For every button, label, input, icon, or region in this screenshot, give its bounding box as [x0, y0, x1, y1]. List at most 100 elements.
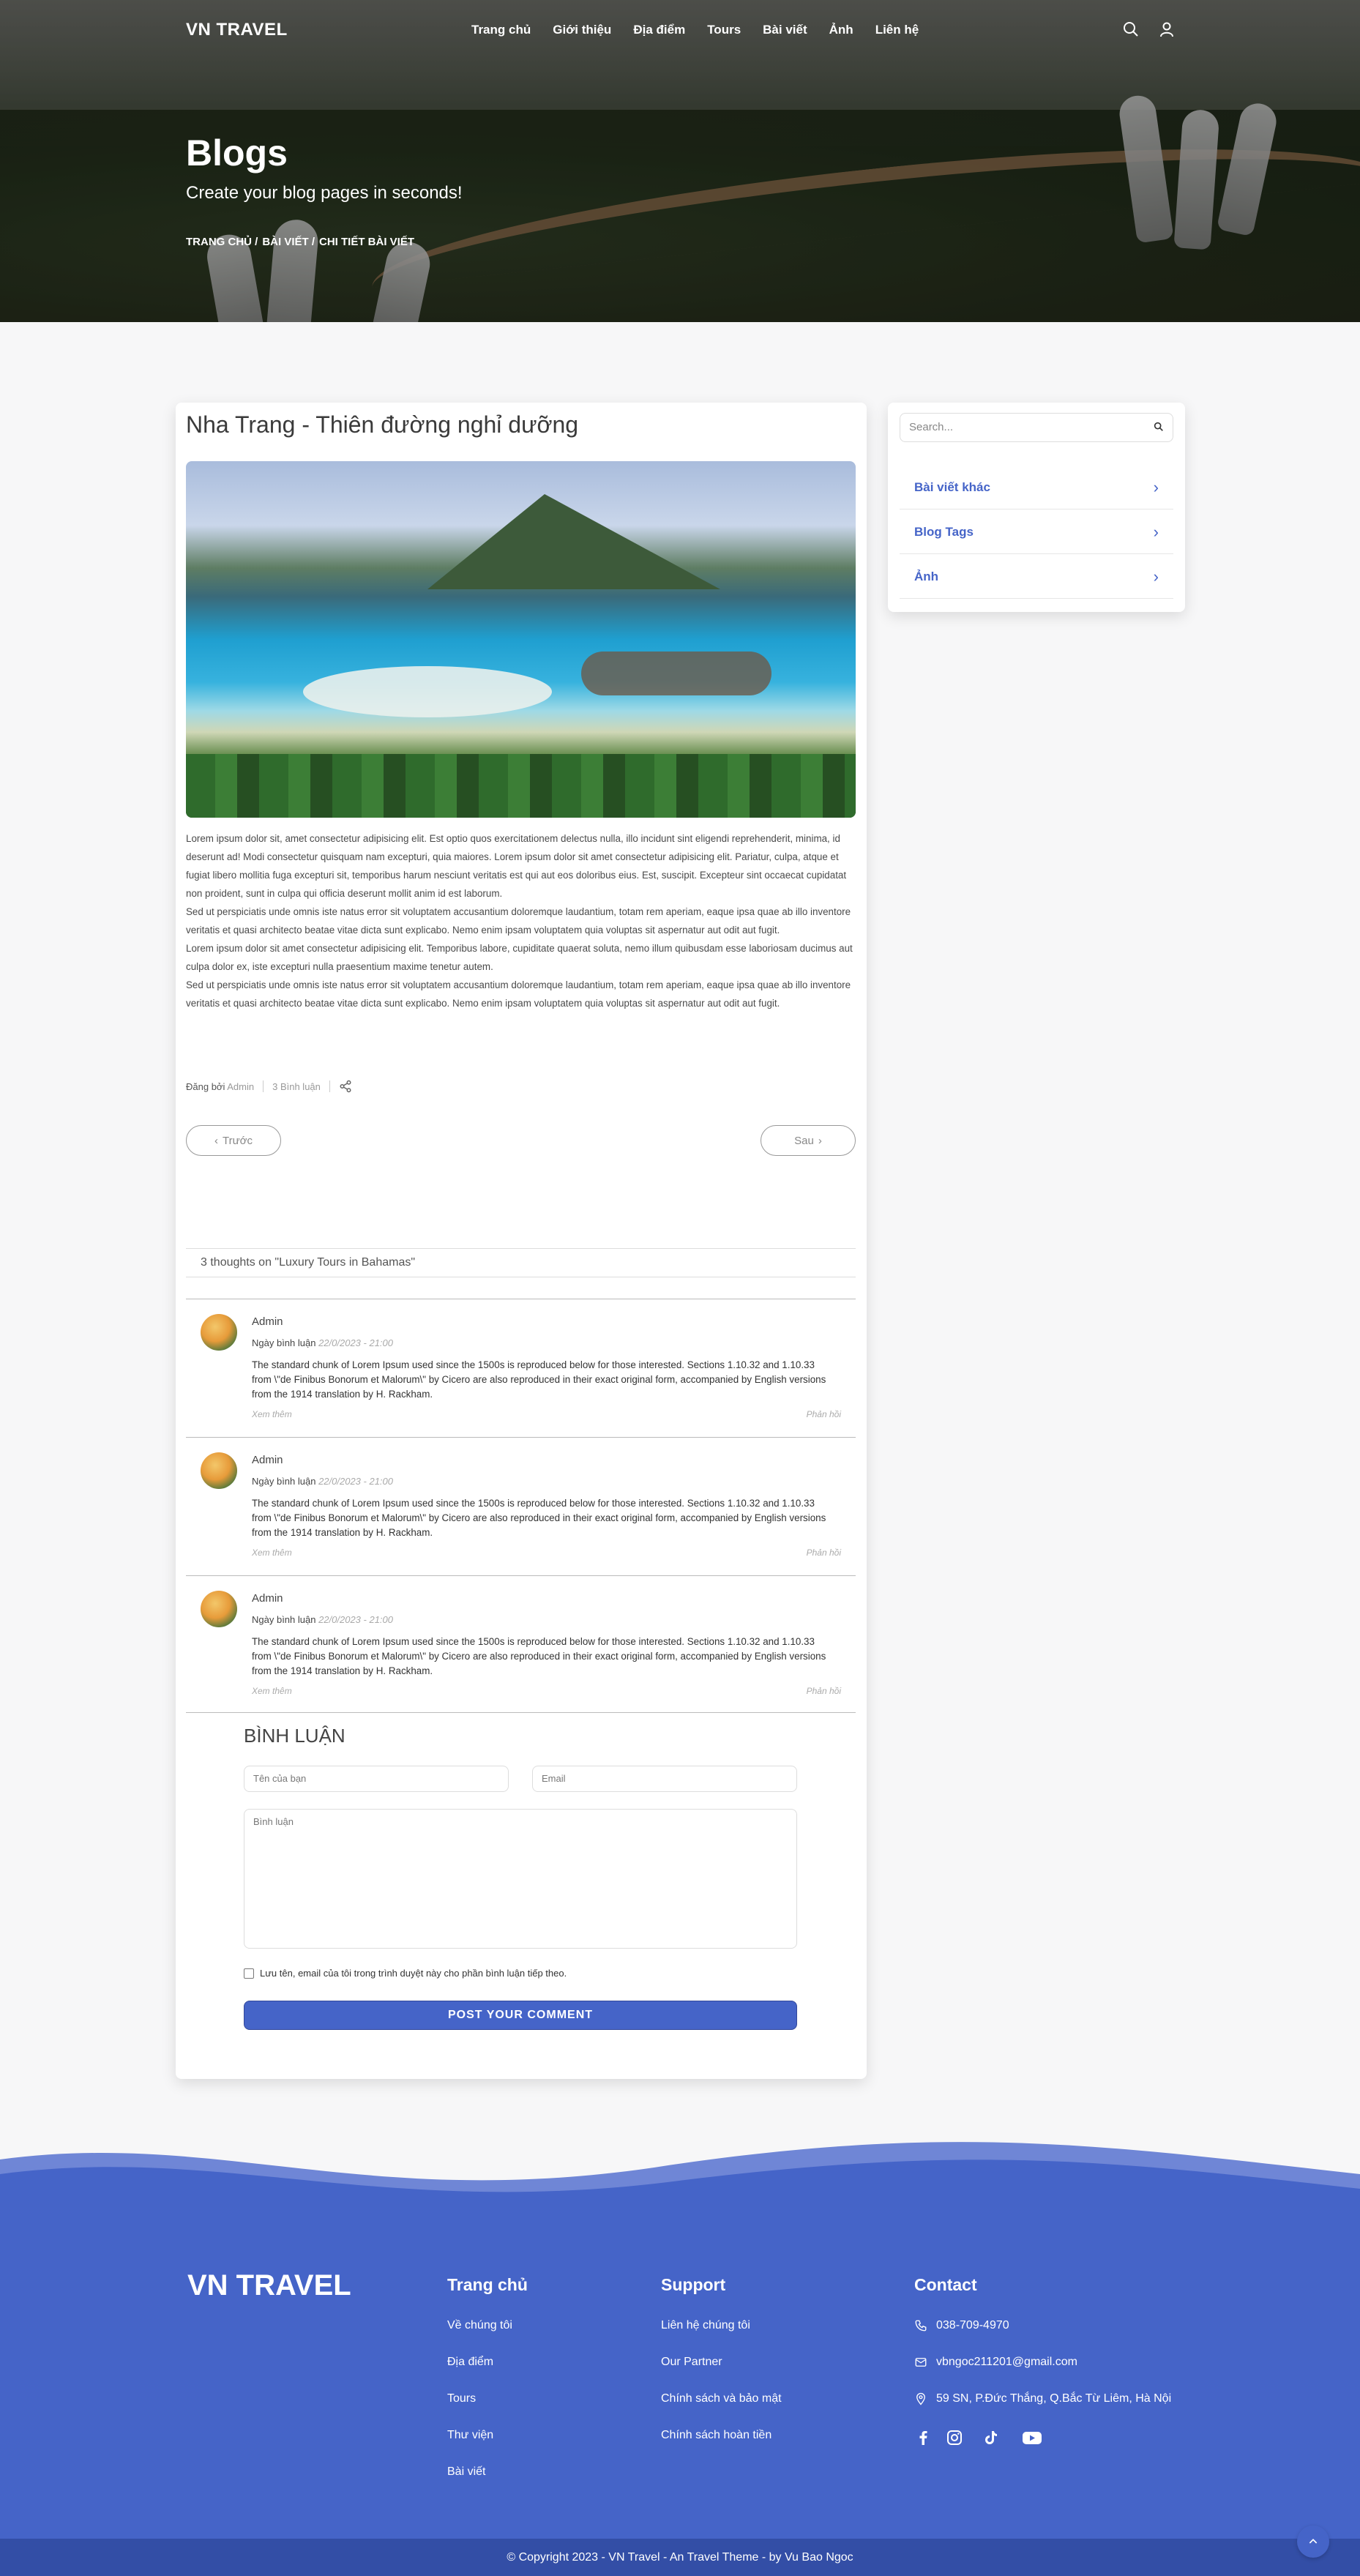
footer-logo[interactable]: VN TRAVEL — [187, 2269, 351, 2302]
comment-date-label: Ngày bình luận — [252, 1337, 316, 1348]
top-nav: VN TRAVEL Trang chủ Giới thiệu Địa điểm … — [0, 0, 1360, 61]
sidebar-item-photos[interactable]: Ảnh › — [900, 555, 1173, 599]
chevron-right-icon: › — [1153, 567, 1159, 586]
breadcrumb-current: CHI TIẾT BÀI VIẾT — [319, 236, 415, 248]
post-image — [186, 461, 856, 818]
footer-link-partner[interactable]: Our Partner — [661, 2356, 722, 2369]
contact-email[interactable]: vbngoc211201@gmail.com — [914, 2356, 1077, 2369]
comment-count[interactable]: 3 Bình luận — [272, 1081, 321, 1092]
youtube-icon[interactable] — [1022, 2429, 1042, 2446]
phone-icon — [915, 2320, 927, 2332]
comments-heading: 3 thoughts on "Luxury Tours in Bahamas" — [186, 1248, 856, 1277]
nav-item-posts[interactable]: Bài viết — [763, 23, 807, 37]
post-meta: Đăng bởi Admin 3 Bình luận — [186, 1080, 352, 1093]
email-input[interactable]: Email — [532, 1766, 797, 1792]
reply-link[interactable]: Phản hồi — [807, 1686, 841, 1696]
search-icon[interactable] — [1122, 20, 1140, 38]
see-more-link[interactable]: Xem thêm — [252, 1409, 292, 1419]
prev-post-button[interactable]: ‹ Trước — [186, 1125, 281, 1156]
nav-item-tours[interactable]: Tours — [707, 23, 741, 37]
author-label: Đăng bởi — [186, 1080, 225, 1092]
contact-address: 59 SN, P.Đức Thắng, Q.Bắc Từ Liêm, Hà Nộ… — [914, 2392, 1171, 2405]
comment-text: The standard chunk of Lorem Ipsum used s… — [252, 1636, 826, 1676]
chevron-right-icon: › — [818, 1134, 822, 1147]
user-icon[interactable] — [1158, 20, 1176, 38]
nav-item-photos[interactable]: Ảnh — [829, 23, 853, 37]
nav-item-places[interactable]: Địa điểm — [633, 23, 685, 37]
nav-item-home[interactable]: Trang chủ — [471, 23, 531, 37]
footer-heading-home: Trang chủ — [447, 2275, 528, 2294]
chevron-right-icon: › — [1153, 522, 1159, 541]
post-paragraph: Sed ut perspiciatis unde omnis iste natu… — [186, 979, 851, 1009]
comment-date-value: 22/0/2023 - 21:00 — [318, 1337, 393, 1348]
footer-link-tours[interactable]: Tours — [447, 2392, 476, 2405]
image-mountain — [427, 494, 720, 589]
page-subtitle: Create your blog pages in seconds! — [186, 183, 463, 203]
breadcrumb-posts[interactable]: BÀI VIẾT / — [262, 236, 315, 248]
sidebar-item-label: Ảnh — [914, 569, 939, 583]
save-info-row: Lưu tên, email của tôi trong trình duyệt… — [244, 1968, 567, 1979]
comment-date-label: Ngày bình luận — [252, 1614, 316, 1625]
post-card: Nha Trang - Thiên đường nghỉ dưỡng Lorem… — [176, 403, 867, 2079]
footer-link-places[interactable]: Địa điểm — [447, 2356, 493, 2369]
chevron-right-icon: › — [1153, 477, 1159, 496]
image-palms — [186, 754, 856, 818]
image-beach — [303, 666, 552, 717]
see-more-link[interactable]: Xem thêm — [252, 1548, 292, 1558]
back-to-top-button[interactable] — [1297, 2525, 1329, 2558]
breadcrumb-home[interactable]: TRANG CHỦ / — [186, 236, 258, 248]
author-info: Đăng bởi Admin — [186, 1081, 254, 1092]
comment-date: Ngày bình luận 22/0/2023 - 21:00 — [252, 1337, 393, 1348]
contact-address-text: 59 SN, P.Đức Thắng, Q.Bắc Từ Liêm, Hà Nộ… — [936, 2392, 1172, 2405]
reply-link[interactable]: Phản hồi — [807, 1548, 841, 1558]
nav-item-contact[interactable]: Liên hệ — [875, 23, 919, 37]
post-title: Nha Trang - Thiên đường nghỉ dưỡng — [186, 411, 579, 438]
page-title: Blogs — [186, 132, 288, 173]
reply-link[interactable]: Phản hồi — [807, 1409, 841, 1419]
comment-date: Ngày bình luận 22/0/2023 - 21:00 — [252, 1614, 393, 1625]
post-paragraph: Sed ut perspiciatis unde omnis iste natu… — [186, 906, 851, 936]
post-paragraph: Lorem ipsum dolor sit, amet consectetur … — [186, 833, 847, 899]
save-info-checkbox[interactable] — [244, 1968, 254, 1979]
share-icon[interactable] — [339, 1080, 352, 1093]
footer-link-refund[interactable]: Chính sách hoàn tiền — [661, 2429, 771, 2442]
sidebar-search-input[interactable]: Search... — [900, 413, 1173, 442]
meta-divider — [263, 1080, 264, 1092]
contact-phone[interactable]: 038-709-4970 — [914, 2319, 1009, 2332]
nav-item-about[interactable]: Giới thiệu — [553, 23, 611, 37]
image-bungalows — [581, 652, 771, 695]
comment-author: Admin — [252, 1454, 283, 1466]
comment-text: The standard chunk of Lorem Ipsum used s… — [252, 1498, 826, 1538]
comment-date-label: Ngày bình luận — [252, 1476, 316, 1487]
footer-heading-contact: Contact — [914, 2275, 977, 2294]
post-comment-button[interactable]: POST YOUR COMMENT — [244, 2001, 797, 2030]
facebook-icon[interactable] — [914, 2429, 932, 2446]
footer-heading-support: Support — [661, 2275, 726, 2294]
search-icon[interactable] — [1153, 421, 1165, 433]
author-name[interactable]: Admin — [227, 1081, 254, 1092]
footer-link-contact-us[interactable]: Liên hệ chúng tôi — [661, 2319, 750, 2332]
sidebar-item-blog-tags[interactable]: Blog Tags › — [900, 510, 1173, 554]
sidebar-item-other-posts[interactable]: Bài viết khác › — [900, 466, 1173, 509]
comment-textarea[interactable]: Bình luận — [244, 1809, 797, 1949]
footer-link-library[interactable]: Thư viện — [447, 2429, 493, 2442]
footer-link-posts[interactable]: Bài viết — [447, 2465, 485, 2479]
see-more-link[interactable]: Xem thêm — [252, 1686, 292, 1696]
sidebar: Search... Bài viết khác › Blog Tags › Ản… — [888, 403, 1185, 612]
comment-item: Admin Ngày bình luận 22/0/2023 - 21:00 T… — [186, 1299, 856, 1436]
comment-form-title: BÌNH LUẬN — [244, 1725, 345, 1747]
mail-icon — [915, 2358, 927, 2367]
site-logo[interactable]: VN TRAVEL — [186, 20, 288, 40]
comment-author: Admin — [252, 1315, 283, 1328]
breadcrumb: TRANG CHỦ / BÀI VIẾT / CHI TIẾT BÀI VIẾT — [186, 236, 414, 248]
comment-author: Admin — [252, 1592, 283, 1605]
tiktok-icon[interactable] — [982, 2429, 1000, 2446]
prev-label: Trước — [223, 1134, 253, 1147]
next-post-button[interactable]: Sau › — [761, 1125, 856, 1156]
name-input[interactable]: Tên của bạn — [244, 1766, 509, 1792]
footer-link-about[interactable]: Về chúng tôi — [447, 2319, 512, 2332]
instagram-icon[interactable] — [946, 2429, 963, 2446]
comment-date-value: 22/0/2023 - 21:00 — [318, 1476, 393, 1487]
footer-link-privacy[interactable]: Chính sách và bảo mật — [661, 2392, 782, 2405]
avatar — [201, 1452, 237, 1489]
